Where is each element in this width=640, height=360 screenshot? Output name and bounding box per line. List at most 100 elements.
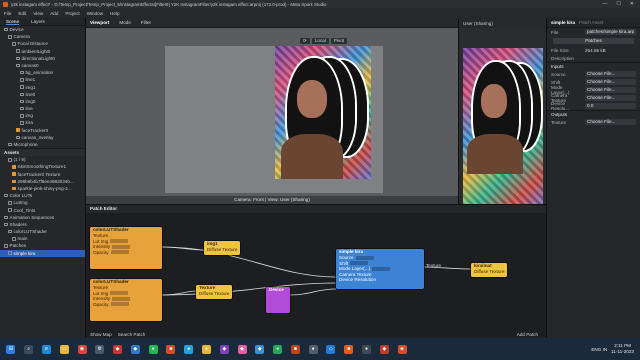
scene-item[interactable]: line1 (0, 76, 85, 83)
scene-item[interactable]: ambientLight0 (0, 48, 85, 55)
asset-item[interactable]: Color LUTs (0, 192, 85, 199)
asset-item[interactable]: simple kira (0, 249, 85, 257)
asset-item[interactable]: LutImg (0, 199, 85, 206)
scene-item[interactable]: canvas_overlay (0, 134, 85, 141)
kira-material-node[interactable]: kira/mat Diffuse Texture (471, 263, 507, 277)
port-value-field[interactable]: Choose File... (585, 119, 636, 125)
scene-item[interactable]: bg_animation (0, 69, 85, 76)
app-b-icon[interactable]: ◆ (130, 344, 140, 354)
asset-item[interactable]: colorLUTShader (0, 228, 85, 235)
color-lut-shader-node-2[interactable]: colorLUTShader Texture Lut Img Intensity… (90, 279, 162, 321)
tab-filter[interactable]: Filter (141, 20, 151, 25)
file-field[interactable]: patches/simple kira.arp (585, 29, 636, 35)
img1-material-node[interactable]: img1 Diffuse Texture (204, 241, 240, 255)
tab-viewport[interactable]: Viewport (90, 20, 109, 25)
tab-scene[interactable]: Scene (6, 19, 20, 25)
outputs-header[interactable]: Outputs (547, 110, 640, 118)
scene-item[interactable]: line (0, 105, 85, 112)
clock[interactable]: 2:11 PM 11-11-2023 (611, 343, 634, 355)
app-c-icon[interactable]: ● (148, 344, 158, 354)
tab-layers[interactable]: Layers (31, 19, 45, 24)
scene-item[interactable]: img0 (0, 98, 85, 105)
scene-item[interactable]: faceTracker0 (0, 127, 85, 134)
maximize-button[interactable]: ☐ (616, 1, 620, 7)
scene-item[interactable]: canvas0 (0, 62, 85, 69)
tab-mode[interactable]: Mode (119, 20, 131, 25)
scene-item[interactable]: img (0, 112, 85, 119)
settings-icon[interactable]: ⚙ (95, 344, 105, 354)
file-explorer-icon[interactable]: ▭ (59, 344, 69, 354)
asset-item[interactable]: main (0, 235, 85, 242)
app-l-icon[interactable]: ● (308, 344, 318, 354)
menu-project[interactable]: Project (65, 11, 79, 16)
app-h-icon[interactable]: ◆ (237, 344, 247, 354)
patches-button[interactable]: Patches (553, 38, 634, 44)
scene-item[interactable]: directionalLight0 (0, 55, 85, 62)
scene-item[interactable]: Camera (0, 33, 85, 40)
app-d-icon[interactable]: ■ (166, 344, 176, 354)
asset-item[interactable]: SkinSmoothingTexture1 (0, 163, 85, 170)
app-g-icon[interactable]: ◆ (219, 344, 229, 354)
show-map-button[interactable]: Show Map (90, 332, 112, 337)
device-node[interactable]: Device (266, 287, 290, 313)
app-n-icon[interactable]: ● (362, 344, 372, 354)
menu-help[interactable]: Help (110, 11, 119, 16)
assets-header[interactable]: Assets (0, 148, 85, 157)
scene-item[interactable]: Microphone (0, 141, 85, 148)
search-icon[interactable]: ⌕ (24, 344, 34, 354)
color-lut-shader-node-1[interactable]: colorLUTShader Texture Lut Img Intensity… (90, 227, 162, 269)
asset-item[interactable]: Animation Sequences (0, 214, 85, 221)
spark-studio-icon[interactable]: ◈ (397, 344, 407, 354)
search-patch-button[interactable]: Search Patch (118, 332, 146, 337)
object-icon (20, 70, 24, 75)
inputs-header[interactable]: Inputs (547, 62, 640, 70)
port-value-field[interactable]: Choose File... (585, 87, 636, 93)
asset-item[interactable]: sparkle-pink-shiny-png-2... (0, 185, 85, 192)
scene-item-label: line0 (25, 91, 36, 97)
close-button[interactable]: ✕ (630, 1, 634, 7)
menu-edit[interactable]: Edit (18, 11, 26, 16)
app-j-icon[interactable]: ● (273, 344, 283, 354)
app-i-icon[interactable]: ◆ (255, 344, 265, 354)
menu-add[interactable]: Add (50, 11, 58, 16)
port-value-field[interactable]: Choose File... (585, 71, 636, 77)
scene-item[interactable]: line0 (0, 91, 85, 98)
file-size-label: File Size (551, 47, 569, 53)
asset-item[interactable]: 298b8b4b7f8ee4982034b... (0, 178, 85, 185)
add-patch-button[interactable]: Add Patch (517, 332, 546, 337)
asset-item[interactable]: Cool_Tints (0, 207, 85, 214)
pivot-toggle[interactable]: Pivot (330, 38, 348, 44)
app-o-icon[interactable]: ◆ (379, 344, 389, 354)
vscode-icon[interactable]: ◇ (326, 344, 336, 354)
menu-file[interactable]: File (4, 11, 11, 16)
port-value-field[interactable]: 0.0 (585, 103, 636, 109)
menu-window[interactable]: Window (87, 11, 103, 16)
asset-item[interactable]: Shaders (0, 221, 85, 228)
menu-view[interactable]: View (33, 11, 43, 16)
asset-item[interactable]: Patches (0, 242, 85, 249)
refresh-button[interactable]: ⟳ (300, 38, 310, 44)
port-value-field[interactable]: Choose File... (585, 95, 636, 101)
object-icon (20, 114, 24, 118)
asset-item[interactable]: (1 / 9) (0, 156, 85, 163)
language-indicator[interactable]: ENG IN (591, 347, 607, 352)
app-m-icon[interactable]: ■ (344, 344, 354, 354)
local-toggle[interactable]: Local (311, 38, 329, 44)
simple-kira-patch-node[interactable]: simple kira Source Shift Mode Layer(...)… (336, 249, 424, 289)
app-a-icon[interactable]: ◆ (113, 344, 123, 354)
scene-item[interactable]: img1 (0, 84, 85, 91)
app-k-icon[interactable]: ■ (290, 344, 300, 354)
texture-material-node[interactable]: Texture Diffuse Texture (196, 285, 232, 299)
app-e-icon[interactable]: ● (184, 344, 194, 354)
scene-item[interactable]: kira (0, 119, 85, 126)
asset-item[interactable]: faceTracker0 Texture (0, 171, 85, 178)
minimize-button[interactable]: — (602, 1, 607, 7)
effect-preview-image[interactable] (275, 46, 371, 179)
edge-icon[interactable]: e (41, 344, 51, 354)
scene-item[interactable]: Device (0, 26, 85, 33)
scene-item[interactable]: Focal Distance (0, 40, 85, 47)
windows-icon[interactable]: ⊞ (6, 344, 16, 354)
app-f-icon[interactable]: ● (201, 344, 211, 354)
chrome-icon[interactable]: ◉ (77, 344, 87, 354)
port-value-field[interactable]: Choose File... (585, 79, 636, 85)
